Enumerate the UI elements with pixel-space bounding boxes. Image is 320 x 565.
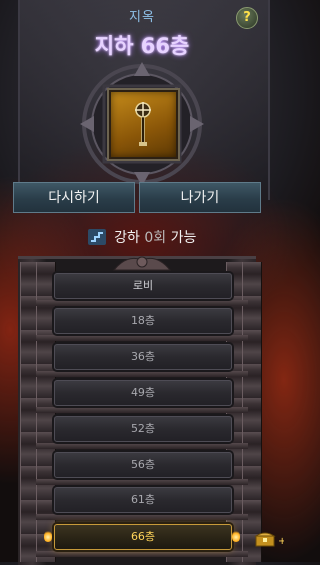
retry-button[interactable]: 다시하기 [13,182,135,213]
floor-ledge [36,479,248,485]
floor-ledge [36,443,248,449]
floor-item[interactable]: 61층 [54,487,232,513]
floor-title: 지하 66층 [94,34,190,58]
enhance-count: 0회 [144,230,167,246]
mace-item-icon [135,102,151,146]
floor-item[interactable]: 18층 [54,308,232,334]
stairs-icon [87,229,106,245]
help-button[interactable]: ? [236,7,258,29]
floor-ledge [36,551,248,557]
torch-icon [232,530,240,542]
floor-ledge [36,371,248,377]
floor-item[interactable]: 52층 [54,416,232,442]
svg-text:+: + [278,536,284,547]
floor-item[interactable]: 36층 [54,344,232,370]
enhance-label: 강하 [114,230,140,246]
equipped-item-slot[interactable] [109,90,178,159]
floor-ledge [36,300,248,306]
floor-ledge [36,335,248,341]
exit-button[interactable]: 나가기 [139,182,261,213]
floor-item[interactable]: 56층 [54,452,232,478]
floor-ledge [36,514,248,520]
floor-lobby[interactable]: 로비 [54,273,232,299]
floor-current[interactable]: 66층 [54,524,232,550]
enhance-status: 강하 0회 가능 [0,227,284,247]
floor-ledge [36,407,248,413]
enhance-suffix: 가능 [170,230,197,246]
tower-crest-ornament [112,256,172,271]
help-icon: ? [243,10,251,25]
floor-item[interactable]: 49층 [54,380,232,406]
torch-icon [44,530,52,542]
treasure-chest-icon[interactable]: + [254,530,284,548]
